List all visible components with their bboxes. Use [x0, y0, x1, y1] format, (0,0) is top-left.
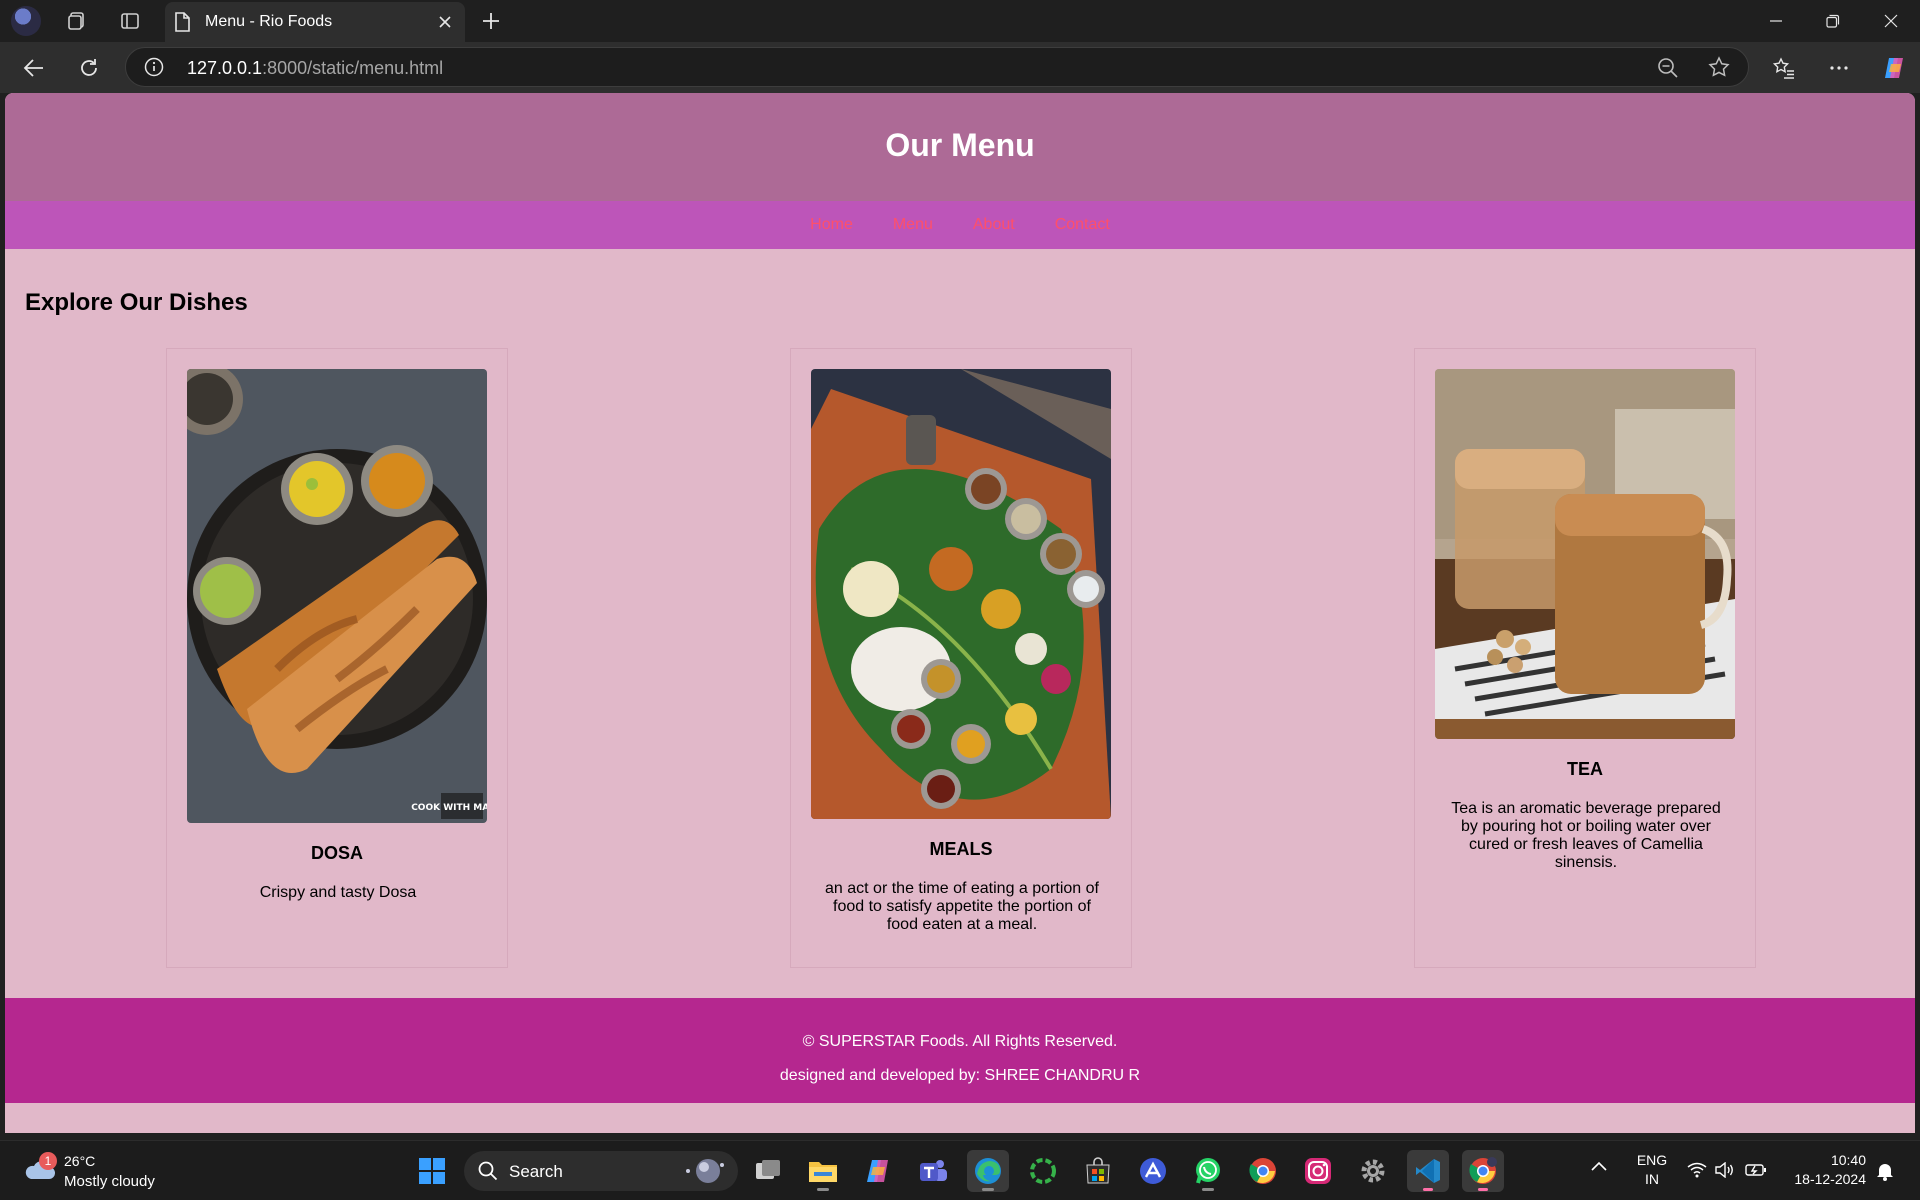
language-region: IN	[1645, 1171, 1659, 1187]
copilot-icon[interactable]	[1877, 51, 1911, 85]
language-code: ENG	[1636, 1152, 1668, 1168]
copilot-app-icon[interactable]	[857, 1150, 899, 1192]
profile-avatar-icon[interactable]	[11, 6, 41, 36]
dish-description-meals: an act or the time of eating a portion o…	[825, 880, 1099, 933]
weather-condition: Mostly cloudy	[64, 1173, 155, 1190]
dish-description-tea: Tea is an aromatic beverage prepared by …	[1451, 800, 1721, 871]
start-windows-icon[interactable]	[411, 1150, 453, 1192]
edge-icon[interactable]	[967, 1150, 1009, 1192]
battery-icon[interactable]	[1745, 1162, 1767, 1181]
site-nav: Home Menu About Contact	[5, 201, 1915, 249]
page-title: Our Menu	[885, 127, 1035, 163]
tab-active[interactable]: Menu - Rio Foods	[165, 2, 465, 42]
workspaces-icon[interactable]	[62, 6, 92, 36]
back-arrow-icon[interactable]	[17, 51, 51, 85]
whatsapp-icon[interactable]	[1187, 1150, 1229, 1192]
instagram-icon[interactable]	[1297, 1150, 1339, 1192]
nav-link-about[interactable]: About	[973, 216, 1015, 234]
footer-credit: designed and developed by: SHREE CHANDRU…	[779, 1067, 1141, 1084]
close-window-icon[interactable]	[1869, 4, 1913, 38]
favorites-icon[interactable]	[1767, 51, 1801, 85]
settings-gear-icon[interactable]	[1352, 1150, 1394, 1192]
clock-date: 18-12-2024	[1794, 1171, 1866, 1187]
clock-time: 10:40	[1830, 1152, 1866, 1168]
search-highlight-icon	[686, 1159, 724, 1183]
browser-toolbar: 127.0.0.1:8000/static/menu.html	[0, 42, 1920, 93]
search-label: Search	[509, 1162, 563, 1181]
loading-ring-app-icon[interactable]	[1022, 1150, 1064, 1192]
dosa-photo: COOK WITH MANALI	[187, 369, 487, 823]
tea-photo	[1435, 369, 1735, 739]
minimize-icon[interactable]	[1754, 4, 1798, 38]
site-info-icon[interactable]	[144, 57, 164, 82]
taskbar: 1 26°C Mostly cloudy Search ENG IN 10:40…	[0, 1140, 1920, 1200]
chrome-profile-icon[interactable]	[1462, 1150, 1504, 1192]
nav-link-menu[interactable]: Menu	[893, 216, 933, 234]
page-icon	[173, 12, 191, 37]
dish-card-tea: TEA Tea is an aromatic beverage prepared…	[1414, 348, 1756, 968]
tab-title: Menu - Rio Foods	[205, 13, 333, 30]
notification-bell-icon[interactable]	[1876, 1161, 1894, 1184]
file-explorer-icon[interactable]	[802, 1150, 844, 1192]
dish-description-dosa: Crispy and tasty Dosa	[259, 884, 417, 901]
site-footer: © SUPERSTAR Foods. All Rights Reserved. …	[5, 998, 1915, 1103]
more-options-icon[interactable]	[1822, 51, 1856, 85]
footer-copyright: © SUPERSTAR Foods. All Rights Reserved.	[802, 1033, 1118, 1050]
vscode-icon[interactable]	[1407, 1150, 1449, 1192]
browser-tab-bar: Menu - Rio Foods	[0, 0, 1920, 42]
address-bar[interactable]: 127.0.0.1:8000/static/menu.html	[125, 47, 1749, 87]
dev-tool-app-icon[interactable]	[1132, 1150, 1174, 1192]
dish-name-dosa: DOSA	[310, 843, 363, 863]
task-view-icon[interactable]	[747, 1150, 789, 1192]
weather-widget[interactable]: 1 26°C Mostly cloudy	[20, 1149, 170, 1193]
nav-link-home[interactable]: Home	[810, 216, 853, 234]
site-header: Our Menu	[5, 93, 1915, 201]
language-indicator[interactable]: ENG IN	[1636, 1151, 1668, 1189]
close-tab-icon[interactable]	[431, 8, 459, 36]
dish-name-tea: TEA	[1567, 759, 1603, 779]
weather-badge: 1	[39, 1152, 57, 1170]
section-heading: Explore Our Dishes	[25, 289, 248, 316]
zoom-out-icon[interactable]	[1657, 57, 1679, 84]
chrome-icon[interactable]	[1242, 1150, 1284, 1192]
restore-icon[interactable]	[1811, 4, 1855, 38]
wifi-icon[interactable]	[1687, 1162, 1707, 1181]
dish-card-meals: MEALS an act or the time of eating a por…	[790, 348, 1132, 968]
new-tab-icon[interactable]	[476, 6, 506, 36]
search-icon	[478, 1161, 498, 1181]
web-page: Our Menu Home Menu About Contact Explore…	[5, 93, 1915, 1133]
nav-link-contact[interactable]: Contact	[1055, 216, 1110, 234]
tab-actions-icon[interactable]	[115, 6, 145, 36]
teams-icon[interactable]	[912, 1150, 954, 1192]
dish-name-meals: MEALS	[929, 839, 993, 859]
clock[interactable]: 10:40 18-12-2024	[1786, 1151, 1866, 1189]
add-favorite-star-icon[interactable]	[1708, 56, 1730, 83]
url-text[interactable]: 127.0.0.1:8000/static/menu.html	[187, 58, 443, 79]
volume-icon[interactable]	[1715, 1161, 1735, 1181]
weather-temp: 26°C	[64, 1153, 96, 1169]
refresh-icon[interactable]	[72, 51, 106, 85]
dish-card-dosa: COOK WITH MANALI DOSA Crispy and tasty D…	[166, 348, 508, 968]
show-hidden-icons-chevron-icon[interactable]	[1590, 1159, 1608, 1175]
taskbar-search[interactable]: Search	[464, 1151, 738, 1191]
dosa-photo-watermark: COOK WITH MANALI	[411, 803, 487, 813]
microsoft-store-icon[interactable]	[1077, 1150, 1119, 1192]
meals-photo	[811, 369, 1111, 819]
